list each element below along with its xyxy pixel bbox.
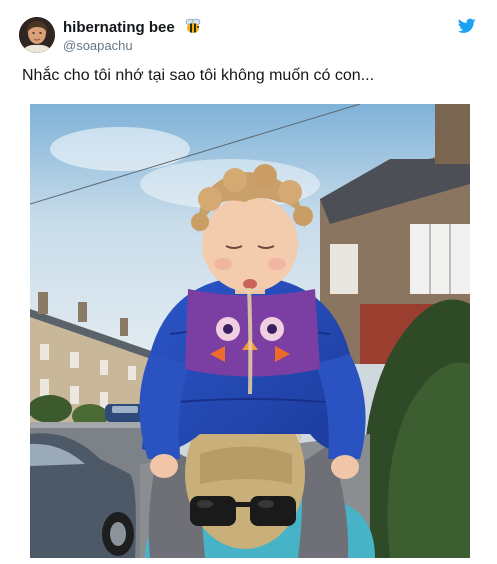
twitter-bird-icon[interactable] <box>458 18 476 34</box>
photo-image <box>30 104 470 558</box>
tweet-card: hibernating bee @soapachu Nhắc cho tôi n… <box>0 0 497 564</box>
avatar[interactable] <box>19 17 55 53</box>
bee-icon <box>185 18 201 33</box>
display-name[interactable]: hibernating bee <box>63 18 202 36</box>
avatar-image <box>19 17 55 53</box>
display-name-text: hibernating bee <box>63 19 175 36</box>
user-handle[interactable]: @soapachu <box>63 38 133 53</box>
tweet-photo[interactable] <box>30 104 470 558</box>
tweet-text: Nhắc cho tôi nhớ tại sao tôi không muốn … <box>22 67 375 84</box>
